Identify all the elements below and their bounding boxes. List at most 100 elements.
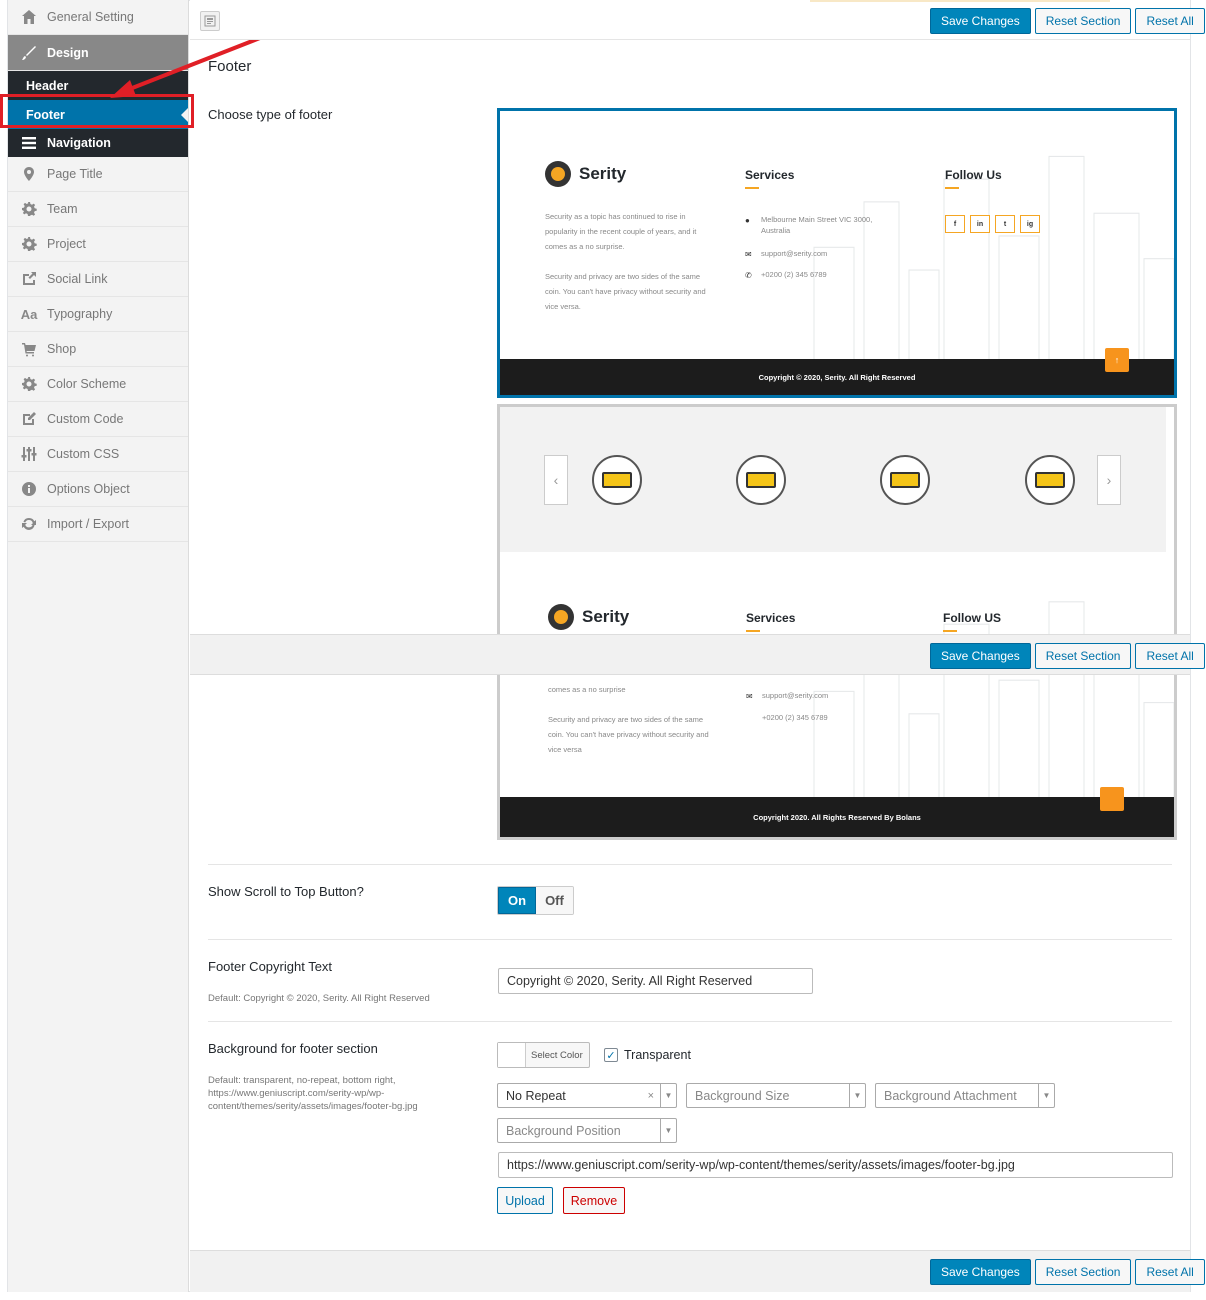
sidebar: General Setting Design Header Footer Nav… bbox=[8, 0, 189, 1292]
background-repeat-select[interactable]: No Repeat × ▼ bbox=[497, 1083, 677, 1108]
preview-social-icons: f in t ig bbox=[945, 215, 1040, 233]
linkedin-icon: in bbox=[970, 215, 990, 233]
choose-footer-label: Choose type of footer bbox=[208, 107, 333, 122]
chevron-down-icon: ▼ bbox=[660, 1119, 676, 1142]
cart-icon bbox=[20, 340, 38, 358]
footer-option-2[interactable]: ‹ › Serity Services Follow US comes as a… bbox=[497, 404, 1177, 840]
sidebar-item-label: Custom CSS bbox=[47, 447, 120, 461]
clear-icon[interactable]: × bbox=[648, 1090, 660, 1102]
preview-brand-logo: Serity bbox=[545, 161, 626, 187]
preview-copyright-bar: Copyright © 2020, Serity. All Right Rese… bbox=[500, 359, 1174, 395]
carousel-next-icon: › bbox=[1097, 455, 1121, 505]
preview-copyright-text: Copyright 2020. All Rights Reserved By B… bbox=[753, 812, 921, 822]
toggle-on-button[interactable]: On bbox=[498, 887, 537, 914]
save-changes-button[interactable]: Save Changes bbox=[930, 8, 1031, 34]
reset-all-button[interactable]: Reset All bbox=[1135, 1259, 1205, 1285]
scroll-top-toggle: On Off bbox=[497, 886, 574, 915]
sidebar-item-color-scheme[interactable]: Color Scheme bbox=[8, 367, 188, 402]
preview-about-text: comes as a no surprise bbox=[548, 685, 626, 694]
sidebar-item-label: Page Title bbox=[47, 167, 103, 181]
sidebar-item-page-title[interactable]: Page Title bbox=[8, 157, 188, 192]
sidebar-item-social-link[interactable]: Social Link bbox=[8, 262, 188, 297]
background-repeat-value: No Repeat bbox=[506, 1088, 566, 1103]
background-attachment-select[interactable]: Background Attachment ▼ bbox=[875, 1083, 1055, 1108]
preview-copyright-text: Copyright © 2020, Serity. All Right Rese… bbox=[758, 372, 916, 382]
preview-services-heading: Services bbox=[746, 611, 795, 632]
sidebar-item-label: Team bbox=[47, 202, 78, 216]
instagram-icon: ig bbox=[1020, 215, 1040, 233]
chevron-down-icon: ▼ bbox=[1038, 1084, 1054, 1107]
sidebar-item-import-export[interactable]: Import / Export bbox=[8, 507, 188, 542]
preview-address-text: Melbourne Main Street VIC 3000, Australi… bbox=[761, 215, 873, 235]
preview-phone-text: +0200 (2) 345 6789 bbox=[761, 270, 827, 279]
gear-icon bbox=[20, 375, 38, 393]
sidebar-item-design[interactable]: Design bbox=[8, 35, 188, 71]
upload-button[interactable]: Upload bbox=[497, 1187, 553, 1214]
home-icon bbox=[20, 8, 38, 26]
preview-about-text-2: Security and privacy are two sides of th… bbox=[548, 715, 709, 754]
save-changes-button[interactable]: Save Changes bbox=[930, 643, 1031, 669]
sidebar-item-label: Import / Export bbox=[47, 517, 129, 531]
document-icon[interactable] bbox=[200, 11, 220, 31]
reset-all-button[interactable]: Reset All bbox=[1135, 643, 1205, 669]
select-color-button[interactable]: Select Color bbox=[497, 1042, 590, 1068]
sidebar-item-project[interactable]: Project bbox=[8, 227, 188, 262]
preview-email: ✉ support@serity.com bbox=[745, 248, 885, 259]
sidebar-item-custom-css[interactable]: Custom CSS bbox=[8, 437, 188, 472]
preview-brand-name: Serity bbox=[582, 607, 630, 626]
scroll-top-label: Show Scroll to Top Button? bbox=[208, 884, 364, 899]
phone-icon: ✆ bbox=[745, 271, 752, 280]
background-size-select[interactable]: Background Size ▼ bbox=[686, 1083, 866, 1108]
sliders-icon bbox=[20, 445, 38, 463]
sidebar-item-label: Custom Code bbox=[47, 412, 124, 426]
sidebar-item-label: Typography bbox=[47, 307, 113, 321]
preview-scroll-top-icon bbox=[1100, 787, 1124, 811]
reset-section-button[interactable]: Reset Section bbox=[1034, 8, 1132, 34]
divider bbox=[208, 864, 1172, 865]
remove-button[interactable]: Remove bbox=[563, 1187, 625, 1214]
preview-copyright-bar: Copyright 2020. All Rights Reserved By B… bbox=[500, 797, 1174, 837]
section-title: Footer bbox=[208, 58, 252, 75]
sidebar-item-shop[interactable]: Shop bbox=[8, 332, 188, 367]
client-logo-icon bbox=[592, 455, 642, 505]
background-position-select[interactable]: Background Position ▼ bbox=[497, 1118, 677, 1143]
preview-scroll-top-icon: ↑ bbox=[1105, 348, 1129, 372]
toggle-off-button[interactable]: Off bbox=[536, 887, 573, 914]
footer-option-1[interactable]: Serity Services Follow Us Security as a … bbox=[497, 108, 1177, 398]
sidebar-subitem-header[interactable]: Header bbox=[8, 71, 188, 100]
sidebar-subitem-footer[interactable]: Footer bbox=[8, 100, 188, 129]
sidebar-item-team[interactable]: Team bbox=[8, 192, 188, 227]
chevron-down-icon: ▼ bbox=[849, 1084, 865, 1107]
reset-section-button[interactable]: Reset Section bbox=[1034, 643, 1132, 669]
sidebar-item-typography[interactable]: Aa Typography bbox=[8, 297, 188, 332]
sidebar-item-label: Shop bbox=[47, 342, 77, 356]
top-action-buttons: Save Changes Reset Section Reset All bbox=[930, 8, 1205, 34]
toolbar-accent bbox=[810, 0, 1110, 2]
reset-section-button[interactable]: Reset Section bbox=[1034, 1259, 1132, 1285]
sidebar-item-label: Navigation bbox=[47, 136, 111, 150]
background-label: Background for footer section bbox=[208, 1041, 378, 1056]
client-logo-icon bbox=[1025, 455, 1075, 505]
transparent-checkbox[interactable]: ✓ bbox=[604, 1048, 618, 1062]
info-icon bbox=[20, 480, 38, 498]
divider bbox=[208, 1021, 1172, 1022]
map-pin-icon bbox=[20, 165, 38, 183]
background-url-input[interactable] bbox=[498, 1152, 1173, 1178]
sidebar-item-custom-code[interactable]: Custom Code bbox=[8, 402, 188, 437]
sidebar-item-label: Color Scheme bbox=[47, 377, 127, 391]
sidebar-item-general-setting[interactable]: General Setting bbox=[8, 0, 188, 35]
sidebar-item-label: Options Object bbox=[47, 482, 130, 496]
save-changes-button[interactable]: Save Changes bbox=[930, 1259, 1031, 1285]
sidebar-item-options-object[interactable]: Options Object bbox=[8, 472, 188, 507]
preview-phone-text: +0200 (2) 345 6789 bbox=[762, 713, 828, 722]
copyright-text-input[interactable] bbox=[498, 968, 813, 994]
preview-address: ● Melbourne Main Street VIC 3000, Austral… bbox=[745, 214, 885, 236]
carousel-prev-icon: ‹ bbox=[544, 455, 568, 505]
client-logo-icon bbox=[736, 455, 786, 505]
reset-all-button[interactable]: Reset All bbox=[1135, 8, 1205, 34]
background-default: Default: transparent, no-repeat, bottom … bbox=[208, 1075, 418, 1112]
serity-logo-icon bbox=[545, 161, 571, 187]
sidebar-item-navigation[interactable]: Navigation bbox=[8, 129, 188, 157]
refresh-icon bbox=[20, 515, 38, 533]
transparent-label: Transparent bbox=[624, 1048, 691, 1062]
